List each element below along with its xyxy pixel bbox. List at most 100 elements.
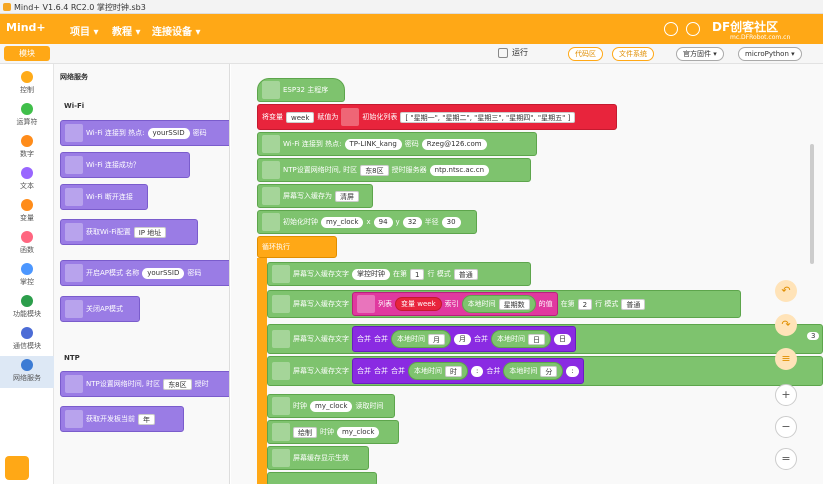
wifi-disconnect-block[interactable]: Wi-Fi 断开连接: [60, 184, 148, 210]
menu-project[interactable]: 项目 ▾: [70, 23, 99, 38]
local-time-reporter[interactable]: 本地时间分: [503, 362, 564, 380]
category-4[interactable]: 变量: [0, 196, 54, 228]
clock-name-input[interactable]: my_clock: [337, 426, 380, 438]
vertical-scrollbar[interactable]: [810, 144, 814, 264]
menu-connect[interactable]: 连接设备 ▾: [152, 23, 201, 38]
timezone-dropdown[interactable]: 东8区: [163, 378, 192, 390]
list-item-reporter[interactable]: 列表 变量 week 索引 本地时间 星期数 的值: [352, 292, 558, 316]
wifi-config-block[interactable]: 获取Wi-Fi配置 IP 地址: [60, 219, 198, 245]
ntp-server-value[interactable]: ntp.ntsc.ac.cn: [429, 164, 490, 176]
category-8[interactable]: 通信模块: [0, 324, 54, 356]
write-text-stmt-4[interactable]: 屏幕写入缓存文字 合并 合并 合并 本地时间时: 合并 本地时间分:: [267, 356, 823, 386]
weekday-dropdown[interactable]: 星期数: [498, 298, 530, 310]
wifi-connected-block[interactable]: Wi-Fi 连接成功？: [60, 152, 190, 178]
category-2[interactable]: 数字: [0, 132, 54, 164]
ntp-block[interactable]: NTP设置网络时间, 时区 东8区 授时: [60, 371, 229, 397]
timezone-value[interactable]: 东8区: [360, 164, 389, 176]
row-input[interactable]: 1: [410, 268, 425, 280]
language-select[interactable]: microPython ▾: [738, 47, 802, 61]
run-icon[interactable]: [498, 48, 508, 58]
fill-dropdown[interactable]: 清屏: [335, 190, 359, 202]
category-7[interactable]: 功能模块: [0, 292, 54, 324]
category-0[interactable]: 控制: [0, 68, 54, 100]
category-3[interactable]: 文本: [0, 164, 54, 196]
category-9[interactable]: 网络服务: [0, 356, 54, 388]
undo-icon[interactable]: ↶: [775, 280, 797, 302]
ap-ssid-input[interactable]: yourSSID: [142, 267, 185, 279]
ssid-value[interactable]: TP-LINK_kang: [344, 138, 402, 150]
text-input[interactable]: 掌控时钟: [352, 268, 390, 280]
wifi-connect-stmt[interactable]: Wi-Fi 连接到 热点: TP-LINK_kang 密码 Rzeg@126.com: [257, 132, 537, 156]
variable-dropdown[interactable]: week: [286, 111, 315, 123]
local-time-reporter[interactable]: 本地时间月: [391, 330, 451, 348]
ap-mode-block[interactable]: 开启AP模式 名称 yourSSID 密码: [60, 260, 229, 286]
category-1[interactable]: 运算符: [0, 100, 54, 132]
write-text-stmt-2[interactable]: 屏幕写入缓存文字 列表 变量 week 索引 本地时间 星期数 的值 在第 2 行 模式 普通: [267, 290, 741, 318]
join-reporter[interactable]: 合并 合并 本地时间月月合并 本地时间日日: [352, 326, 576, 352]
filesystem-button[interactable]: 文件系统: [612, 47, 654, 61]
variable-reporter[interactable]: 变量 week: [395, 297, 442, 311]
wifi-icon: [65, 264, 83, 282]
day-text[interactable]: 日: [554, 333, 571, 345]
radius-input[interactable]: 30: [441, 216, 461, 228]
minute-dropdown[interactable]: 分: [540, 365, 558, 377]
colon-text[interactable]: :: [471, 365, 484, 377]
list-input[interactable]: [ "星期一", "星期二", "星期三", "星期四", "星期五" ]: [400, 111, 576, 123]
category-icon: [21, 135, 33, 147]
menu-tutorial[interactable]: 教程 ▾: [112, 23, 141, 38]
zoom-out-icon[interactable]: −: [775, 416, 797, 438]
mode-dropdown[interactable]: 普通: [453, 268, 478, 280]
screen-show-stmt[interactable]: 屏幕缓存显示生效: [267, 446, 369, 470]
month-text[interactable]: 月: [454, 333, 471, 345]
settings-icon[interactable]: [686, 22, 700, 36]
category-5[interactable]: 函数: [0, 228, 54, 260]
password-label: 密码: [404, 140, 419, 148]
redo-icon[interactable]: ↷: [775, 314, 797, 336]
ntp-stmt[interactable]: NTP设置网络时间, 时区 东8区 授时服务器 ntp.ntsc.ac.cn: [257, 158, 531, 182]
clock-read-stmt[interactable]: 时钟 my_clock 读取时间: [267, 394, 395, 418]
tab-modules[interactable]: 模块: [4, 46, 50, 61]
hour-dropdown[interactable]: 时: [445, 365, 462, 377]
code-area-button[interactable]: 代码区: [568, 47, 603, 61]
draw-clock-stmt[interactable]: 绘制 时钟 my_clock: [267, 420, 399, 444]
loop-block[interactable]: 循环执行: [257, 236, 337, 258]
workspace[interactable]: ESP32 主程序 将变量 week 赋值为 初始化列表[ "星期一", "星期二",…: [231, 64, 823, 484]
local-time-reporter[interactable]: 本地时间 星期数: [461, 295, 536, 313]
screen-fill-stmt[interactable]: 屏幕写入缓存为 清屏: [257, 184, 373, 208]
year-dropdown[interactable]: 年: [138, 413, 155, 425]
write-text-stmt-3[interactable]: 屏幕写入缓存文字 合并 合并 本地时间月月合并 本地时间日日: [267, 324, 823, 354]
join-reporter[interactable]: 合并 合并 合并 本地时间时: 合并 本地时间分:: [352, 358, 584, 384]
mode-dropdown[interactable]: 普通: [621, 298, 646, 310]
password-value[interactable]: Rzeg@126.com: [421, 138, 487, 150]
month-dropdown[interactable]: 月: [428, 333, 445, 345]
ip-dropdown[interactable]: IP 地址: [133, 226, 167, 238]
firmware-select[interactable]: 官方固件 ▾: [676, 47, 724, 61]
write-text-stmt-1[interactable]: 屏幕写入缓存文字 掌控时钟 在第 1 行 模式 普通: [267, 262, 531, 286]
local-time-reporter[interactable]: 本地时间时: [408, 362, 468, 380]
extension-button[interactable]: [5, 456, 29, 480]
wifi-connect-block[interactable]: Wi-Fi 连接到 热点: yourSSID 密码: [60, 120, 229, 146]
assign-variable-block[interactable]: 将变量 week 赋值为 初始化列表[ "星期一", "星期二", "星期三", "星…: [257, 104, 617, 130]
draw-dropdown[interactable]: 绘制: [293, 426, 317, 438]
category-6[interactable]: 掌控: [0, 260, 54, 292]
main-hat-block[interactable]: ESP32 主程序: [257, 78, 345, 102]
clock-name-input[interactable]: my_clock: [321, 216, 364, 228]
row-input[interactable]: 2: [577, 298, 593, 310]
y-input[interactable]: 32: [402, 216, 422, 228]
run-button[interactable]: 运行: [512, 47, 528, 58]
local-time-reporter[interactable]: 本地时间日: [491, 330, 551, 348]
get-time-block[interactable]: 获取开发板当前年: [60, 406, 184, 432]
colon-text[interactable]: :: [566, 365, 579, 377]
help-icon[interactable]: [664, 22, 678, 36]
wifi-config-label: 获取Wi-Fi配置: [86, 228, 131, 236]
next-stmt-partial[interactable]: [267, 472, 377, 484]
x-input[interactable]: 94: [373, 216, 393, 228]
ssid-input[interactable]: yourSSID: [147, 127, 190, 139]
clock-name-input[interactable]: my_clock: [310, 400, 353, 412]
cleanup-icon[interactable]: ≡: [775, 348, 797, 370]
zoom-in-icon[interactable]: +: [775, 384, 797, 406]
ap-close-block[interactable]: 关闭AP模式: [60, 296, 140, 322]
zoom-reset-icon[interactable]: =: [775, 448, 797, 470]
day-dropdown[interactable]: 日: [528, 333, 545, 345]
init-clock-stmt[interactable]: 初始化时钟 my_clock x 94 y 32 半径 30: [257, 210, 477, 234]
